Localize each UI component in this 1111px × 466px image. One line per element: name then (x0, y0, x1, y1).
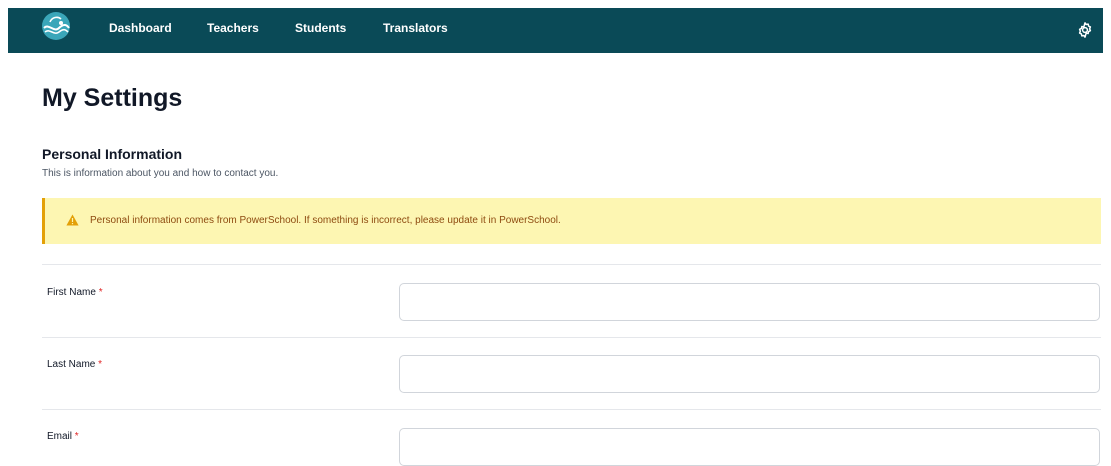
first-name-label: First Name * (47, 287, 103, 298)
page-title: My Settings (42, 84, 183, 112)
top-navbar: Dashboard Teachers Students Translators (8, 8, 1103, 53)
nav-link-teachers[interactable]: Teachers (207, 21, 259, 35)
gear-icon[interactable] (1076, 21, 1094, 39)
first-name-label-text: First Name (47, 287, 96, 298)
last-name-field[interactable] (399, 355, 1100, 393)
warning-triangle-icon (66, 214, 79, 226)
form-divider (42, 264, 1101, 265)
nav-link-students[interactable]: Students (295, 21, 346, 35)
email-label-text: Email (47, 431, 73, 442)
first-name-field[interactable] (399, 283, 1100, 321)
email-label: Email * (47, 431, 79, 442)
last-name-label: Last Name * (47, 359, 102, 370)
required-marker: * (74, 431, 79, 442)
last-name-label-text: Last Name (47, 359, 96, 370)
form-divider (42, 337, 1101, 338)
required-marker: * (98, 287, 103, 298)
section-title: Personal Information (42, 146, 183, 162)
form-divider (42, 409, 1101, 410)
email-field[interactable] (399, 428, 1100, 466)
nav-link-dashboard[interactable]: Dashboard (109, 21, 172, 35)
required-marker: * (98, 359, 103, 370)
warning-alert: Personal information comes from PowerSch… (42, 198, 1101, 244)
alert-message: Personal information comes from PowerSch… (90, 215, 561, 226)
wave-globe-logo[interactable] (41, 11, 71, 41)
section-description: This is information about you and how to… (42, 168, 279, 179)
nav-link-translators[interactable]: Translators (383, 21, 448, 35)
